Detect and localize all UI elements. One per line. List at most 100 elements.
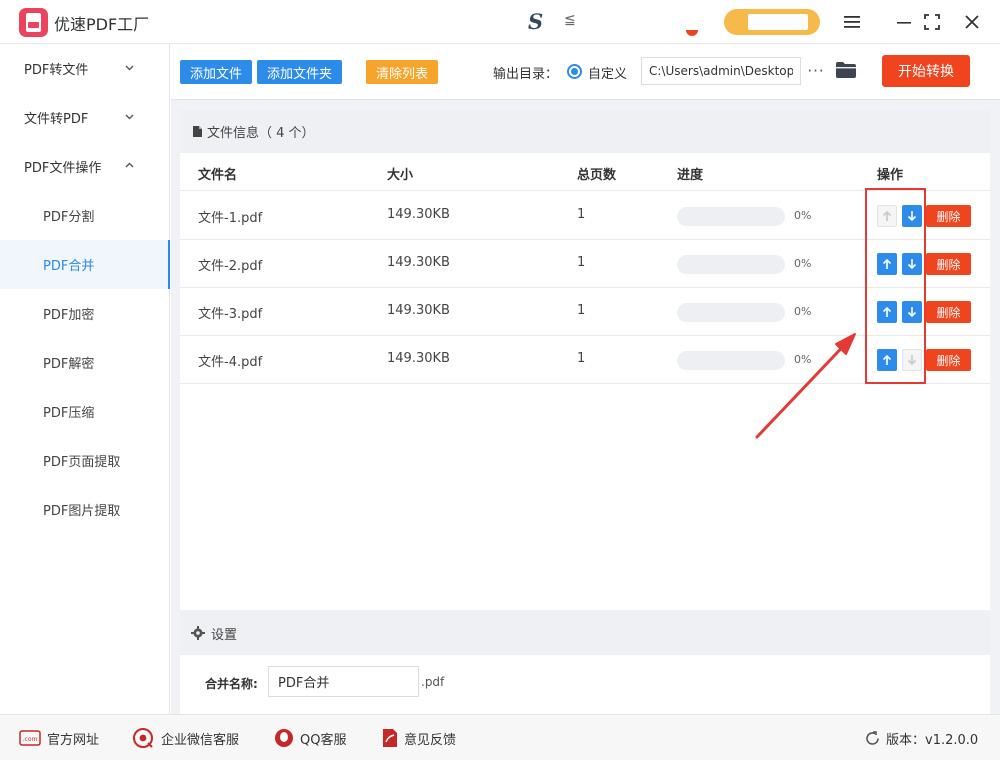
progress-bar xyxy=(677,207,785,226)
table-row: 文件-1.pdf 149.30KB 1 0% 删除 xyxy=(180,192,990,240)
clear-list-button[interactable]: 清除列表 xyxy=(366,60,438,84)
sidebar-item-label: PDF解密 xyxy=(43,357,95,372)
table-row: 文件-2.pdf 149.30KB 1 0% 删除 xyxy=(180,240,990,288)
delete-button[interactable]: 删除 xyxy=(926,301,971,323)
app-title: 优速PDF工厂 xyxy=(54,15,150,34)
footer: .com 官方网址 企业微信客服 QQ客服 意见反馈 版本：v1.2.0.0 xyxy=(0,714,1000,760)
table-row: 文件-4.pdf 149.30KB 1 0% 删除 xyxy=(180,336,990,384)
wechat-support-link[interactable]: 企业微信客服 xyxy=(133,715,239,760)
delete-button[interactable]: 删除 xyxy=(926,253,971,275)
hamburger-menu-icon[interactable] xyxy=(838,8,866,36)
merge-name-input[interactable] xyxy=(268,666,419,697)
website-icon: .com xyxy=(19,730,41,746)
column-header-name: 文件名 xyxy=(198,168,238,183)
feedback-link[interactable]: 意见反馈 xyxy=(382,715,456,760)
minimize-icon[interactable] xyxy=(890,8,918,36)
file-info-title: 文件信息（ 4 个） xyxy=(207,126,315,141)
file-size: 149.30KB xyxy=(387,303,450,318)
table-header: 文件名 大小 总页数 进度 操作 xyxy=(180,153,990,191)
progress-percent: 0% xyxy=(794,353,812,366)
file-doc-icon xyxy=(193,126,202,137)
move-up-button xyxy=(877,205,897,227)
pdf-logo-icon xyxy=(19,8,48,37)
table-row: 文件-3.pdf 149.30KB 1 0% 删除 xyxy=(180,288,990,336)
file-pages: 1 xyxy=(577,351,586,366)
move-down-button[interactable] xyxy=(902,253,922,275)
sidebar-item-label: PDF压缩 xyxy=(43,406,95,421)
settings-panel: 设置 合并名称: .pdf xyxy=(180,611,990,714)
wechat-support-label: 企业微信客服 xyxy=(161,732,240,748)
sidebar-group-pdf-to-file[interactable]: PDF转文件 xyxy=(0,44,170,93)
add-folder-button[interactable]: 添加文件夹 xyxy=(257,60,342,84)
column-header-pages: 总页数 xyxy=(577,168,617,183)
sidebar-item-pdf-encrypt[interactable]: PDF加密 xyxy=(0,289,170,338)
move-up-button[interactable] xyxy=(877,253,897,275)
arrow-up-icon xyxy=(882,306,892,318)
move-up-button[interactable] xyxy=(877,301,897,323)
sidebar-item-pdf-decrypt[interactable]: PDF解密 xyxy=(0,338,170,387)
progress-bar xyxy=(677,351,785,370)
merge-extension: .pdf xyxy=(421,675,445,689)
folder-icon[interactable] xyxy=(835,61,857,79)
file-size: 149.30KB xyxy=(387,255,450,270)
merge-name-label: 合并名称: xyxy=(205,677,258,691)
user-account-pill[interactable] xyxy=(724,9,820,35)
sidebar-item-label: PDF分割 xyxy=(43,210,95,225)
column-header-progress: 进度 xyxy=(677,168,704,183)
more-options-button[interactable]: ··· xyxy=(807,57,825,85)
official-website-link[interactable]: .com 官方网址 xyxy=(19,715,99,760)
sidebar-item-label: PDF页面提取 xyxy=(43,455,121,470)
toolbar: 添加文件 添加文件夹 清除列表 输出目录： 自定义 ··· 开始转换 xyxy=(171,44,1000,100)
sidebar-item-pdf-compress[interactable]: PDF压缩 xyxy=(0,387,170,436)
progress-percent: 0% xyxy=(794,209,812,222)
delete-button[interactable]: 删除 xyxy=(926,205,971,227)
feedback-pdf-icon xyxy=(383,729,397,747)
custom-output-radio[interactable] xyxy=(567,64,582,79)
progress-bar xyxy=(677,303,785,322)
start-convert-button[interactable]: 开始转换 xyxy=(882,55,970,87)
chevron-down-icon xyxy=(125,114,134,120)
file-name: 文件-3.pdf xyxy=(198,307,263,322)
move-up-button[interactable] xyxy=(877,349,897,371)
chevron-down-icon xyxy=(125,65,134,71)
sidebar-item-pdf-image-extract[interactable]: PDF图片提取 xyxy=(0,485,170,534)
progress-percent: 0% xyxy=(794,257,812,270)
delete-button[interactable]: 删除 xyxy=(926,349,971,371)
sidebar: PDF转文件 文件转PDF PDF文件操作 PDF分割 PDF合并 PDF加密 … xyxy=(0,44,170,714)
move-down-button xyxy=(902,349,922,371)
sidebar-item-label: PDF合并 xyxy=(43,259,95,274)
brand-tail: ≦ xyxy=(564,12,576,28)
sidebar-item-pdf-merge[interactable]: PDF合并 xyxy=(0,240,170,289)
qq-support-link[interactable]: QQ客服 xyxy=(274,715,346,760)
feedback-label: 意见反馈 xyxy=(404,732,457,748)
arrow-up-icon xyxy=(882,210,892,222)
column-header-size: 大小 xyxy=(387,168,414,183)
notification-dot xyxy=(686,30,698,36)
main-content: 文件信息（ 4 个） 文件名 大小 总页数 进度 操作 文件-1.pdf 149.… xyxy=(171,100,1000,714)
file-size: 149.30KB xyxy=(387,207,450,222)
sidebar-group-pdf-operations[interactable]: PDF文件操作 xyxy=(0,142,170,191)
settings-header: 设置 xyxy=(180,611,990,655)
move-down-button[interactable] xyxy=(902,301,922,323)
sidebar-item-pdf-page-extract[interactable]: PDF页面提取 xyxy=(0,436,170,485)
sidebar-item-label: PDF图片提取 xyxy=(43,504,121,519)
chevron-up-icon xyxy=(125,162,134,168)
qq-icon xyxy=(275,729,293,747)
maximize-icon[interactable] xyxy=(918,8,946,36)
add-file-button[interactable]: 添加文件 xyxy=(180,60,252,84)
version-label: 版本：v1.2.0.0 xyxy=(886,732,979,748)
arrow-up-icon xyxy=(882,354,892,366)
close-icon[interactable] xyxy=(958,8,986,36)
arrow-down-icon xyxy=(907,258,917,270)
output-path-input[interactable] xyxy=(641,57,801,85)
sidebar-group-label: PDF转文件 xyxy=(24,63,89,78)
svg-text:.com: .com xyxy=(23,736,38,743)
gear-icon xyxy=(191,626,205,640)
sidebar-group-file-to-pdf[interactable]: 文件转PDF xyxy=(0,93,170,142)
sidebar-item-pdf-split[interactable]: PDF分割 xyxy=(0,191,170,240)
file-name: 文件-1.pdf xyxy=(198,211,263,226)
sidebar-group-label: PDF文件操作 xyxy=(24,161,102,176)
move-down-button[interactable] xyxy=(902,205,922,227)
sidebar-item-label: PDF加密 xyxy=(43,308,95,323)
official-website-label: 官方网址 xyxy=(47,732,100,748)
